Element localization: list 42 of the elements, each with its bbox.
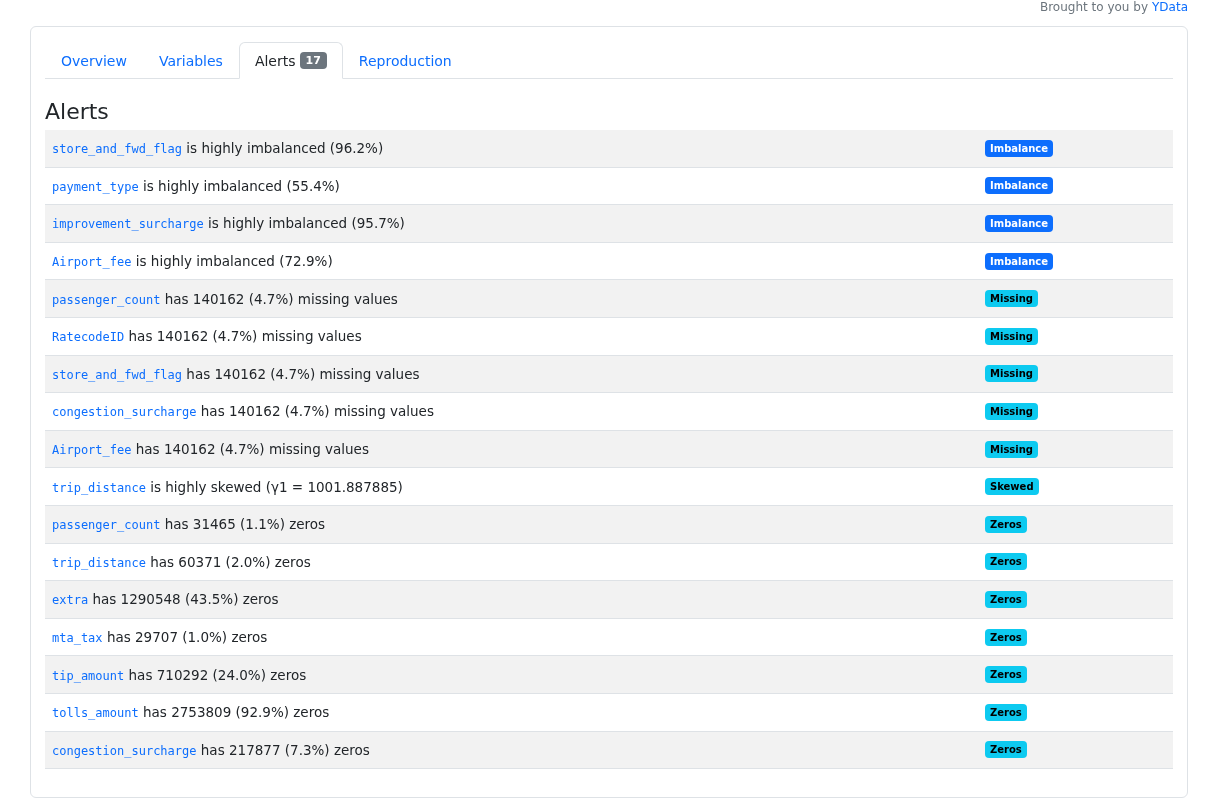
alert-type-badge: Missing xyxy=(985,290,1038,308)
alert-message: congestion_surcharge has 140162 (4.7%) missing values xyxy=(52,403,435,420)
alert-message: congestion_surcharge has 217877 (7.3%) zeros xyxy=(52,741,371,758)
tab[interactable]: Variables xyxy=(142,42,239,79)
alert-message: Airport_fee has 140162 (4.7%) missing values xyxy=(52,441,370,458)
alert-type-badge: Missing xyxy=(985,440,1038,458)
alert-type-badge: Zeros xyxy=(985,628,1027,646)
alert-message: extra has 1290548 (43.5%) zeros xyxy=(52,591,280,608)
alert-message: store_and_fwd_flag has 140162 (4.7%) missing values xyxy=(52,365,421,382)
alert-type-badge: Imbalance xyxy=(985,252,1054,270)
credit-link[interactable]: YData xyxy=(1152,0,1188,14)
alert-type-badge: Zeros xyxy=(985,741,1027,759)
alert-type-badge: Zeros xyxy=(985,666,1027,684)
tab[interactable]: Reproduction xyxy=(342,42,468,79)
alert-type-badge: Missing xyxy=(985,365,1038,383)
alert-message: tip_amount has 710292 (24.0%) zeros xyxy=(52,666,308,683)
alert-type-badge: Skewed xyxy=(985,478,1039,496)
alert-message: improvement_surcharge is highly imbalanced (95.7%) xyxy=(52,215,406,232)
credit-text: Brought to you by xyxy=(1039,0,1148,14)
alert-message: mta_tax has 29707 (1.0%) zeros xyxy=(52,629,269,645)
section-heading: Alerts xyxy=(45,99,110,124)
tab[interactable]: Overview xyxy=(45,42,143,79)
alert-type-badge: Zeros xyxy=(985,515,1027,533)
alert-message: trip_distance is highly skewed (γ1 = 1001.887885) xyxy=(52,478,404,495)
alert-type-badge: Imbalance xyxy=(985,139,1054,157)
alert-type-badge: Missing xyxy=(985,327,1038,345)
count-badge: 17 xyxy=(299,52,327,69)
alert-message: passenger_count has 31465 (1.1%) zeros xyxy=(52,516,327,533)
alert-message: store_and_fwd_flag is highly imbalanced (96.2%) xyxy=(52,140,385,157)
alert-message: passenger_count has 140162 (4.7%) missing values xyxy=(52,290,399,307)
alert-type-badge: Zeros xyxy=(985,553,1027,571)
alert-message: Airport_fee is highly imbalanced (72.9%) xyxy=(52,253,334,270)
alert-message: payment_type is highly imbalanced (55.4%) xyxy=(52,177,341,194)
alert-type-badge: Zeros xyxy=(985,703,1027,721)
alert-type-badge: Imbalance xyxy=(985,215,1054,232)
alert-type-badge: Imbalance xyxy=(985,177,1054,195)
alert-message: tolls_amount has 2753809 (92.9%) zeros xyxy=(52,704,331,721)
tab[interactable]: Alerts 17 xyxy=(238,42,343,79)
alert-message: trip_distance has 60371 (2.0%) zeros xyxy=(52,553,312,570)
alert-message: RatecodeID has 140162 (4.7%) missing values xyxy=(52,328,363,345)
alert-type-badge: Missing xyxy=(985,402,1038,420)
alert-type-badge: Zeros xyxy=(985,590,1027,608)
